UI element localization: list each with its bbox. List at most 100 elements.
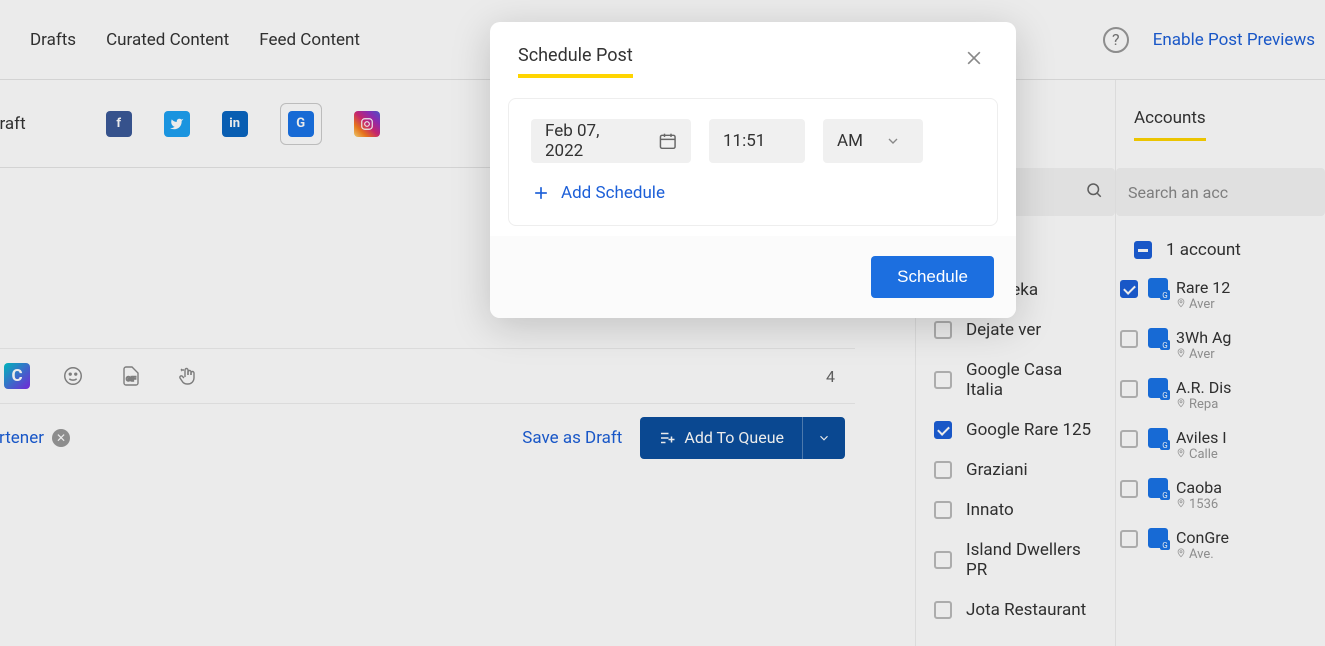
tab-feed-content[interactable]: Feed Content	[259, 30, 360, 50]
account-name: ConGre	[1176, 528, 1229, 547]
account-item[interactable]: Caoba1536	[1116, 470, 1325, 520]
accounts-search-placeholder: Search an acc	[1128, 183, 1228, 202]
client-item[interactable]: Jota Restaurant	[916, 590, 1115, 630]
add-schedule-link[interactable]: Add Schedule	[531, 183, 975, 203]
queue-icon	[658, 429, 676, 447]
char-count: 4	[826, 367, 835, 386]
shortener-remove-icon[interactable]: ✕	[52, 429, 70, 447]
help-icon[interactable]: ?	[1103, 27, 1129, 53]
client-checkbox[interactable]	[934, 461, 952, 479]
twitter-icon[interactable]	[164, 111, 190, 137]
account-item[interactable]: Aviles ICalle	[1116, 420, 1325, 470]
search-icon	[1085, 181, 1103, 203]
location-pin-icon	[1176, 447, 1186, 462]
client-item-label: Google Rare 125	[966, 420, 1091, 440]
location-pin-icon	[1176, 497, 1186, 512]
location-pin-icon	[1176, 547, 1186, 562]
schedule-ampm-value: AM	[837, 131, 863, 151]
location-pin-icon	[1176, 297, 1186, 312]
enable-post-previews-link[interactable]: Enable Post Previews	[1153, 30, 1315, 50]
modal-close-button[interactable]	[960, 44, 988, 78]
client-item[interactable]: Innato	[916, 490, 1115, 530]
schedule-button[interactable]: Schedule	[871, 256, 994, 298]
client-item[interactable]: Graziani	[916, 450, 1115, 490]
account-name: Rare 12	[1176, 278, 1230, 297]
google-business-badge-icon	[1148, 528, 1168, 548]
accounts-panel-header: Accounts	[1116, 80, 1325, 168]
account-checkbox[interactable]	[1120, 480, 1138, 498]
google-business-badge-icon	[1148, 428, 1168, 448]
chevron-down-icon	[885, 133, 901, 149]
client-checkbox[interactable]	[934, 601, 952, 619]
account-checkbox[interactable]	[1120, 430, 1138, 448]
account-name: Caoba	[1176, 478, 1222, 497]
account-checkbox[interactable]	[1120, 380, 1138, 398]
queue-dropdown-caret[interactable]	[803, 417, 845, 459]
accounts-master-checkbox[interactable]	[1134, 241, 1152, 259]
account-subtext: 1536	[1176, 497, 1222, 512]
calendar-icon	[658, 131, 678, 151]
account-item[interactable]: A.R. DisRepa	[1116, 370, 1325, 420]
account-checkbox[interactable]	[1120, 330, 1138, 348]
google-business-badge-icon	[1148, 478, 1168, 498]
client-checkbox[interactable]	[934, 371, 952, 389]
client-item-label: Graziani	[966, 460, 1028, 480]
plus-icon	[531, 183, 551, 203]
gif-icon[interactable]: GIF	[116, 361, 146, 391]
location-pin-icon	[1176, 347, 1186, 362]
account-subtext: Aver	[1176, 297, 1230, 312]
linkedin-icon[interactable]: in	[222, 111, 248, 137]
accounts-selected-count[interactable]: 1 account	[1116, 230, 1325, 270]
client-item-label: Google Casa Italia	[966, 360, 1097, 400]
client-checkbox[interactable]	[934, 501, 952, 519]
client-item[interactable]: Google Rare 125	[916, 410, 1115, 450]
emoji-icon[interactable]	[58, 361, 88, 391]
client-checkbox[interactable]	[934, 321, 952, 339]
compose-toolbar: C GIF 4	[0, 348, 855, 403]
client-checkbox[interactable]	[934, 551, 952, 569]
account-name: A.R. Dis	[1176, 378, 1231, 397]
chevron-down-icon	[817, 431, 831, 445]
client-item-label: Dejate ver	[966, 320, 1041, 340]
canva-icon[interactable]: C	[4, 363, 30, 389]
google-business-badge-icon	[1148, 328, 1168, 348]
account-item[interactable]: 3Wh AgAver	[1116, 320, 1325, 370]
tab-curated-content[interactable]: Curated Content	[106, 30, 229, 50]
tab-drafts[interactable]: Drafts	[30, 30, 76, 50]
account-checkbox[interactable]	[1120, 280, 1138, 298]
client-item-label: Island Dwellers PR	[966, 540, 1097, 580]
accounts-search-input[interactable]: Search an acc	[1116, 168, 1325, 216]
svg-text:GIF: GIF	[126, 377, 136, 383]
facebook-icon[interactable]: f	[106, 111, 132, 137]
location-pin-icon	[1176, 397, 1186, 412]
add-to-queue-button[interactable]: Add To Queue	[640, 417, 845, 459]
modal-title: Schedule Post	[518, 45, 633, 78]
url-shortener-link[interactable]: hortener	[0, 428, 44, 448]
hand-pointer-icon[interactable]	[174, 361, 204, 391]
schedule-card: Feb 07, 2022 11:51 AM Add Schedule	[508, 98, 998, 226]
schedule-post-modal: Schedule Post Feb 07, 2022 11:51 AM Add …	[490, 22, 1016, 318]
add-schedule-label: Add Schedule	[561, 183, 665, 203]
schedule-date-input[interactable]: Feb 07, 2022	[531, 119, 691, 163]
instagram-icon[interactable]	[354, 111, 380, 137]
schedule-date-value: Feb 07, 2022	[545, 121, 640, 161]
compose-lower-bar: hortener ✕ Save as Draft Add To Queue	[0, 403, 855, 471]
client-item[interactable]: Island Dwellers PR	[916, 530, 1115, 590]
accounts-panel: Accounts Search an acc 1 account Rare 12…	[1115, 80, 1325, 646]
account-checkbox[interactable]	[1120, 530, 1138, 548]
schedule-time-value: 11:51	[723, 131, 765, 151]
save-as-draft-link[interactable]: Save as Draft	[522, 428, 622, 448]
client-checkbox[interactable]	[934, 421, 952, 439]
account-subtext: Repa	[1176, 397, 1231, 412]
schedule-time-input[interactable]: 11:51	[709, 119, 805, 163]
google-business-icon[interactable]: G	[280, 103, 322, 145]
client-item[interactable]: Google Casa Italia	[916, 350, 1115, 410]
schedule-ampm-select[interactable]: AM	[823, 119, 923, 163]
account-item[interactable]: ConGreAve.	[1116, 520, 1325, 570]
draft-label: l Draft	[0, 114, 26, 134]
account-item[interactable]: Rare 12Aver	[1116, 270, 1325, 320]
add-to-queue-label: Add To Queue	[684, 428, 784, 447]
account-name: Aviles I	[1176, 428, 1227, 447]
client-item-label: Jota Restaurant	[966, 600, 1086, 620]
account-subtext: Aver	[1176, 347, 1231, 362]
